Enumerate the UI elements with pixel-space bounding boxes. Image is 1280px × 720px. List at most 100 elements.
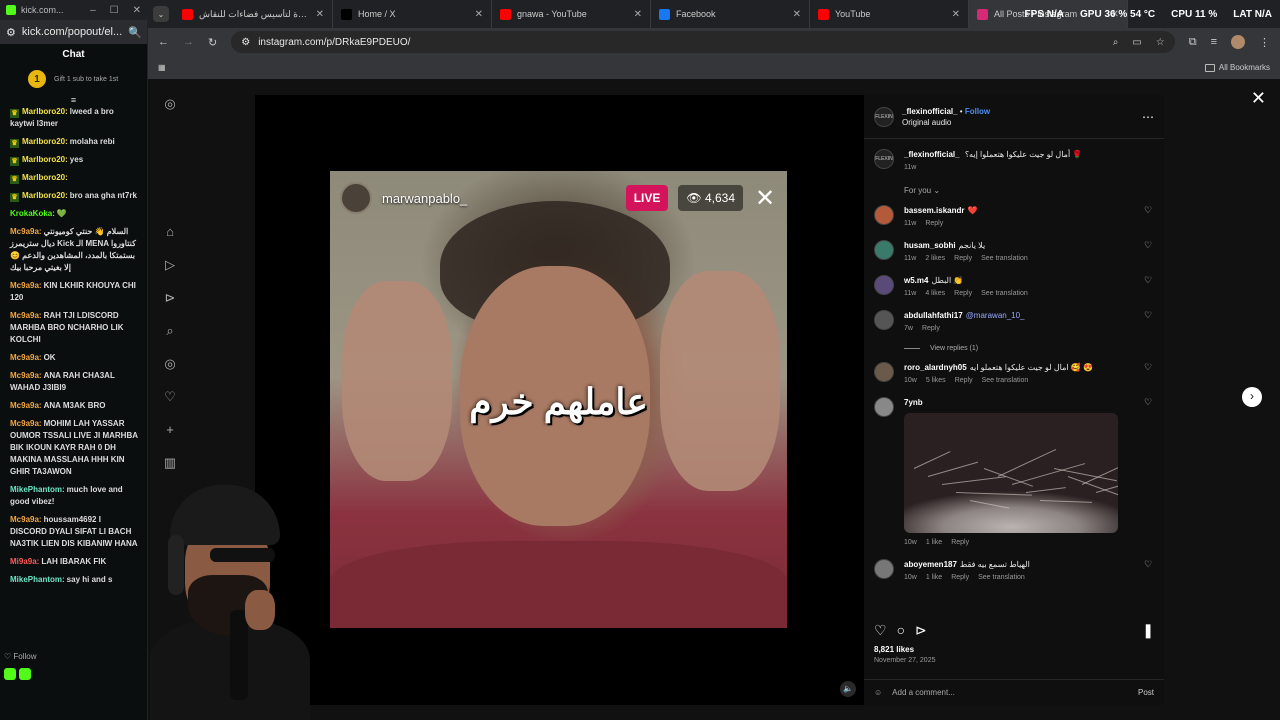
chat-username[interactable]: MikePhantom: [10,485,65,494]
chat-username[interactable]: Mc9a9a: [10,371,42,380]
chat-username[interactable]: Mc9a9a: [10,311,42,320]
cast-icon[interactable]: ▭ [1132,37,1141,48]
tab-search-button[interactable]: ⌄ [148,3,174,25]
likes-count[interactable]: 8,821 likes [874,645,914,654]
send-icon[interactable]: ⊳ [165,288,176,321]
close-tab-icon[interactable]: ✕ [952,9,960,20]
commenter-username[interactable]: 7ynb [904,398,923,407]
chat-username[interactable]: Mc9a9a: [10,515,42,524]
chat-username[interactable]: Mc9a9a: [10,227,42,236]
pinned-message-icon[interactable]: ≡ [0,96,147,105]
reload-icon[interactable]: ↻ [208,36,217,49]
chat-username[interactable]: Mi9a9a: [10,557,39,566]
chat-username[interactable]: Mc9a9a: [10,401,42,410]
see-translation-link[interactable]: See translation [978,572,1025,584]
commenter-avatar[interactable] [874,240,894,260]
close-tab-icon[interactable]: ✕ [793,9,801,20]
commenter-avatar[interactable] [874,205,894,225]
reading-list-icon[interactable]: ≡ [1211,36,1217,48]
reply-link[interactable]: Reply [955,375,973,387]
close-icon[interactable]: ✕ [133,5,141,16]
extensions-icon[interactable]: ⧉ [1189,36,1197,49]
add-comment-input[interactable]: Add a comment... [892,688,955,697]
chat-username[interactable]: Marlboro20: [22,191,68,200]
follow-link[interactable]: Follow [965,107,990,116]
all-bookmarks[interactable]: All Bookmarks [1204,63,1270,72]
reply-link[interactable]: Reply [922,323,940,335]
browser-tab[interactable]: Home / X ✕ [333,0,492,28]
notifications-icon[interactable]: ♡ [164,387,176,420]
gift-sub-banner[interactable]: 1 Gift 1 sub to take 1st [0,66,147,96]
comment-likes[interactable]: 1 like [926,537,942,549]
commenter-avatar[interactable] [874,275,894,295]
chat-username[interactable]: Marlboro20: [22,107,68,116]
chat-url[interactable]: kick.com/popout/el... [22,26,122,38]
explore-icon[interactable]: ◎ [164,354,175,387]
chat-username[interactable]: Mc9a9a: [10,353,42,362]
back-icon[interactable]: ← [158,36,169,48]
view-replies-link[interactable]: View replies (1) [904,345,1154,352]
more-options-icon[interactable]: ⋯ [1142,110,1154,124]
kick-emote-icon[interactable] [4,668,16,680]
comment-image[interactable] [904,413,1118,533]
commenter-username[interactable]: w5.m4 [904,276,928,285]
dashboard-icon[interactable]: ▥ [164,453,176,486]
browser-tab[interactable]: YouTube ✕ [810,0,969,28]
bookmark-star-icon[interactable]: ☆ [1156,37,1165,48]
see-translation-link[interactable]: See translation [982,375,1029,387]
see-translation-link[interactable]: See translation [981,288,1028,300]
emoji-icon[interactable]: ☺ [874,688,882,697]
browser-tab[interactable]: دعوة لتأسيس فضاءات للنقاش ✕ [174,0,333,28]
site-info-icon[interactable]: ⚙ [241,37,250,48]
chat-username[interactable]: Marlboro20: [22,155,68,164]
reply-link[interactable]: Reply [954,288,972,300]
post-media[interactable]: marwanpablo_ LIVE 👁 4,634 ✕ عاملهم خرم 🔈 [255,95,864,705]
address-bar[interactable]: ⚙ instagram.com/p/DRkaE9PDEUO/ ⌕ ▭ ☆ [231,31,1175,53]
comment-like-icon[interactable]: ♡ [1144,275,1154,300]
chat-username[interactable]: Mc9a9a: [10,419,42,428]
apps-icon[interactable]: ▦ [158,63,166,72]
comment-like-icon[interactable]: ♡ [1144,240,1154,265]
search-icon[interactable]: 🔍 [128,26,142,39]
chat-username[interactable]: MikePhantom: [10,575,65,584]
close-tab-icon[interactable]: ✕ [634,9,642,20]
chat-username[interactable]: Marlboro20: [22,137,68,146]
commenter-avatar[interactable] [874,397,894,417]
minimize-icon[interactable]: – [90,5,96,16]
reels-icon[interactable]: ▷ [165,255,175,288]
chat-username[interactable]: Mc9a9a: [10,281,42,290]
author-avatar[interactable]: FLEXIN [874,106,894,127]
commenter-avatar[interactable] [874,310,894,330]
comment-like-icon[interactable]: ♡ [1144,310,1154,335]
next-post-icon[interactable]: › [1242,387,1262,407]
close-tab-icon[interactable]: ✕ [475,9,483,20]
comment-like-icon[interactable]: ♡ [1144,205,1154,230]
close-tab-icon[interactable]: ✕ [316,9,324,20]
reply-link[interactable]: Reply [954,253,972,265]
menu-icon[interactable]: ⋮ [1259,36,1270,49]
close-post-icon[interactable]: ✕ [1251,88,1266,109]
comment-like-icon[interactable]: ♡ [1144,397,1154,549]
see-translation-link[interactable]: See translation [981,253,1028,265]
zoom-icon[interactable]: ⌕ [1113,37,1119,48]
follow-button[interactable]: ♡ Follow [4,652,37,661]
create-icon[interactable]: + [166,420,174,453]
reply-link[interactable]: Reply [951,572,969,584]
share-icon[interactable]: ⊳ [915,622,927,639]
commenter-username[interactable]: roro_alardnyh05 [904,363,967,372]
profile-avatar[interactable] [1231,35,1245,49]
browser-tab[interactable]: gnawa - YouTube ✕ [492,0,651,28]
live-video-frame[interactable]: marwanpablo_ LIVE 👁 4,634 ✕ عاملهم خرم [330,171,787,628]
comment-icon[interactable]: ○ [897,622,905,639]
comment-likes[interactable]: 2 likes [925,253,945,265]
commenter-username[interactable]: bassem.iskandr [904,206,964,215]
commenter-avatar[interactable] [874,559,894,579]
forward-icon[interactable]: → [183,36,194,48]
chat-username[interactable]: Marlboro20: [22,173,68,182]
comment-like-icon[interactable]: ♡ [1144,362,1154,387]
commenter-username[interactable]: husam_sobhi [904,241,956,250]
comment-likes[interactable]: 1 like [926,572,942,584]
comments-sort[interactable]: For you ⌄ [904,186,1154,195]
comment-like-icon[interactable]: ♡ [1144,559,1154,584]
reply-link[interactable]: Reply [925,218,943,230]
